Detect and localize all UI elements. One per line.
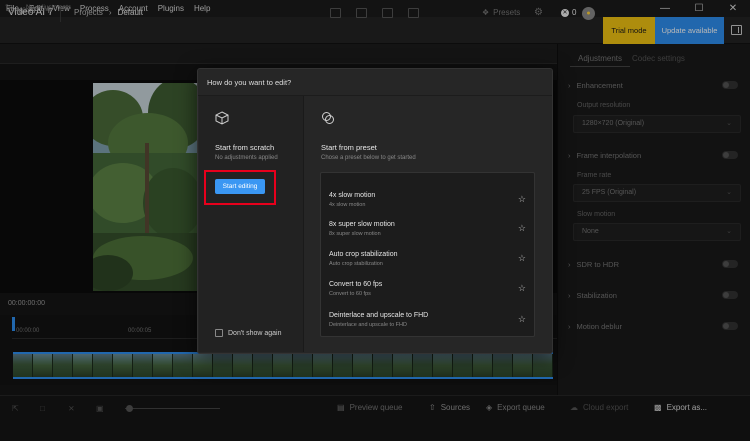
scratch-subtitle: No adjustments applied: [215, 155, 278, 161]
preset-list: 4x slow motion 4x slow motion ☆ 8x super…: [320, 172, 535, 337]
star-icon[interactable]: ☆: [518, 314, 526, 325]
preset-title: Start from preset: [321, 143, 377, 152]
cube-icon: [215, 111, 229, 125]
star-icon[interactable]: ☆: [518, 223, 526, 234]
start-editing-button[interactable]: Start editing: [215, 179, 265, 194]
dont-show-again-checkbox[interactable]: Don't show again: [215, 329, 281, 337]
star-icon[interactable]: ☆: [518, 194, 526, 205]
star-icon[interactable]: ☆: [518, 283, 526, 294]
preset-item[interactable]: 8x super slow motion 8x super slow motio…: [321, 216, 534, 246]
preset-item[interactable]: Deinterlace and upscale to FHD Deinterla…: [321, 307, 534, 337]
dialog-title: How do you want to edit?: [207, 78, 292, 87]
preset-item[interactable]: Auto crop stabilization Auto crop stabil…: [321, 246, 534, 276]
scratch-pane: [199, 96, 304, 352]
scratch-title: Start from scratch: [215, 143, 275, 152]
preset-item[interactable]: 4x slow motion 4x slow motion ☆: [321, 187, 534, 217]
presets-icon: [321, 111, 335, 125]
edit-mode-dialog: How do you want to edit? Start from scra…: [197, 68, 553, 354]
preset-item[interactable]: Convert to 60 fps Convert to 60 fps ☆: [321, 276, 534, 306]
star-icon[interactable]: ☆: [518, 253, 526, 264]
app-window: File Edit View Process Account Plugins H…: [0, 0, 750, 441]
preset-subtitle: Chose a preset below to get started: [321, 155, 416, 161]
checkbox[interactable]: [215, 329, 223, 337]
